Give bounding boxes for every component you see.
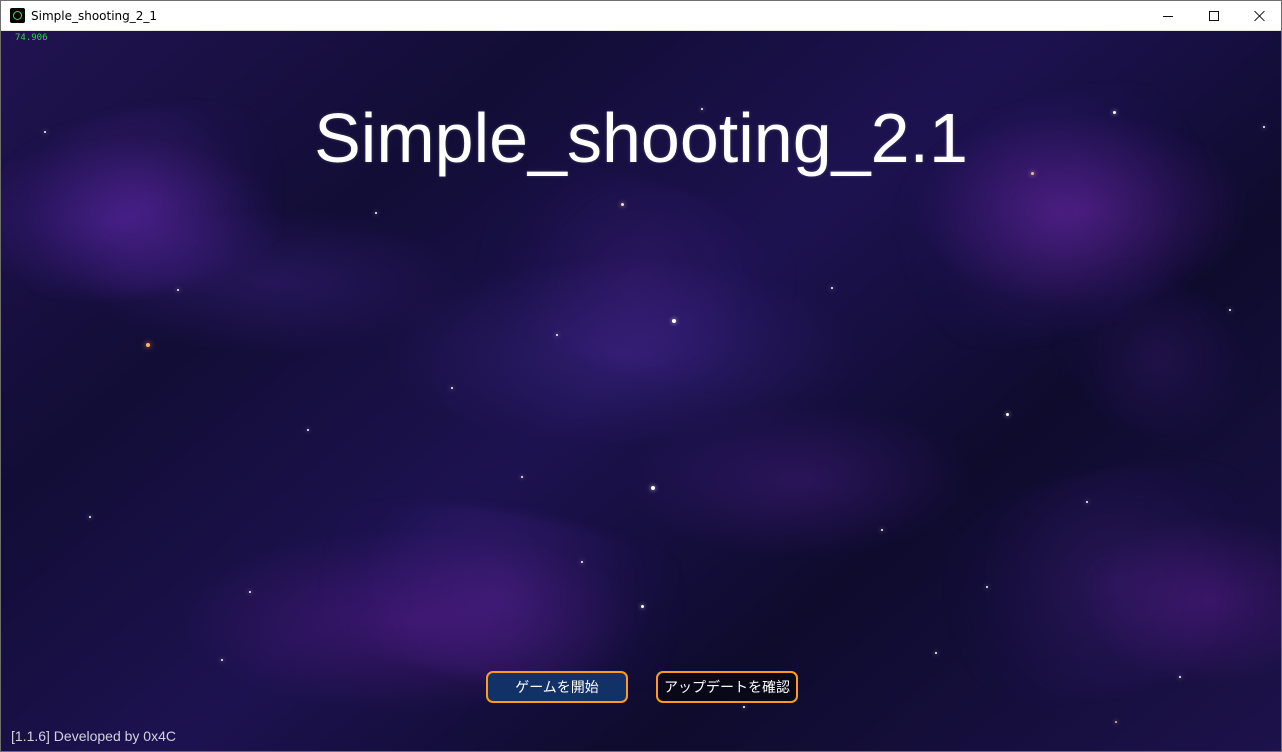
star [743,706,745,708]
star [177,289,179,291]
star [521,476,523,478]
star [556,334,558,336]
star [672,319,676,323]
start-game-button[interactable]: ゲームを開始 [486,671,628,703]
star [249,591,251,593]
window-titlebar[interactable]: Simple_shooting_2_1 [1,1,1281,31]
star [89,516,91,518]
star [1006,413,1009,416]
star [375,212,377,214]
star [935,652,937,654]
maximize-button[interactable] [1191,1,1237,31]
minimize-icon [1163,15,1173,17]
star [221,659,223,661]
minimize-button[interactable] [1145,1,1191,31]
close-button[interactable] [1237,1,1281,31]
star [641,605,644,608]
check-update-button[interactable]: アップデートを確認 [656,671,798,703]
star [881,529,883,531]
game-canvas: 74.906 Simple_shooting_2.1 ゲームを開始 アップデート… [1,31,1281,751]
star [1229,309,1231,311]
star [621,203,624,206]
game-title: Simple_shooting_2.1 [314,99,968,177]
star [1086,501,1088,503]
nebula-cloud [880,423,1281,739]
star [1179,676,1181,678]
version-developer-text: [1.1.6] Developed by 0x4C [11,728,176,744]
maximize-icon [1209,11,1219,21]
game-window: Simple_shooting_2_1 74.906 Simple_shooti… [0,0,1282,752]
star [986,586,988,588]
star [146,343,150,347]
star [651,486,655,490]
star [581,561,583,563]
star [1115,721,1117,723]
fps-counter: 74.906 [15,33,48,43]
star [451,387,453,389]
star [307,429,309,431]
window-title: Simple_shooting_2_1 [31,9,158,23]
close-icon [1254,10,1266,22]
star [831,287,833,289]
app-icon [10,8,25,23]
